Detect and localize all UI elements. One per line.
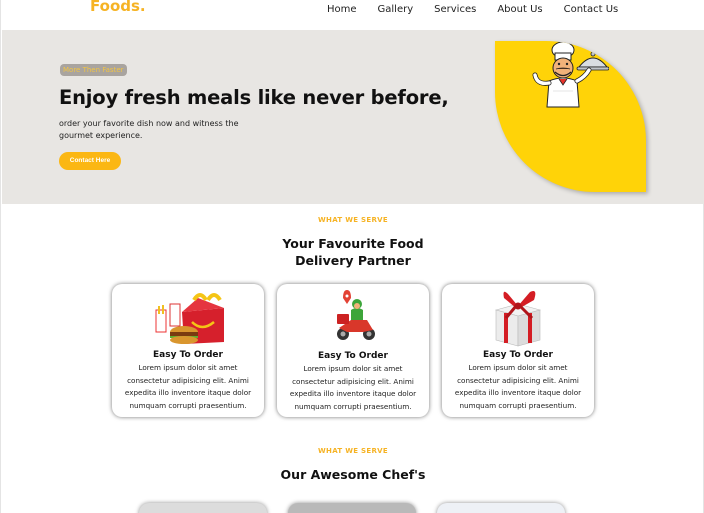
chef-card[interactable]: [437, 503, 565, 513]
chef-card[interactable]: [288, 503, 416, 513]
nav-link-gallery[interactable]: Gallery: [378, 4, 414, 15]
card-text: Lorem ipsum dolor sit amet consectetur a…: [124, 363, 252, 410]
chef-icon: [532, 41, 609, 108]
service-card[interactable]: Easy To Order Lorem ipsum dolor sit amet…: [277, 284, 429, 417]
delivery-scooter-icon: [337, 290, 375, 340]
hero-description: order your favorite dish now and witness…: [59, 119, 239, 140]
navbar: Foods. Home Gallery Services About Us Co…: [1, 0, 704, 30]
nav-link-about[interactable]: About Us: [497, 4, 542, 15]
hero-title: Enjoy fresh meals like never before,: [59, 86, 449, 109]
card-title: Easy To Order: [153, 350, 223, 360]
services-title-line1: Your Favourite Food: [282, 236, 424, 251]
chefs-title: Our Awesome Chef's: [280, 467, 426, 482]
page: Foods. Home Gallery Services About Us Co…: [0, 0, 704, 513]
service-card[interactable]: Easy To Order Lorem ipsum dolor sit amet…: [442, 284, 594, 417]
logo[interactable]: Foods.: [90, 0, 146, 15]
gift-box-icon: [494, 291, 542, 347]
nav-link-services[interactable]: Services: [434, 4, 476, 15]
contact-here-button[interactable]: Contact Here: [59, 152, 121, 170]
card-title: Easy To Order: [483, 350, 553, 360]
nav-links: Home Gallery Services About Us Contact U…: [327, 4, 639, 15]
card-text: Lorem ipsum dolor sit amet consectetur a…: [289, 364, 417, 411]
nav-link-contact[interactable]: Contact Us: [564, 4, 619, 15]
hero-section: More Then Faster Enjoy fresh meals like …: [2, 30, 704, 204]
card-title: Easy To Order: [318, 351, 388, 361]
hero-badge: More Then Faster: [60, 64, 127, 76]
services-label: WHAT WE SERVE: [318, 216, 388, 224]
card-text: Lorem ipsum dolor sit amet consectetur a…: [454, 363, 582, 410]
services-title-line2: Delivery Partner: [295, 253, 411, 268]
service-card[interactable]: Easy To Order Lorem ipsum dolor sit amet…: [112, 284, 264, 417]
chefs-label: WHAT WE SERVE: [318, 447, 388, 455]
nav-link-home[interactable]: Home: [327, 4, 357, 15]
hero-image-blob: [495, 41, 646, 192]
happy-meal-icon: [155, 293, 224, 344]
chef-card[interactable]: [139, 503, 267, 513]
